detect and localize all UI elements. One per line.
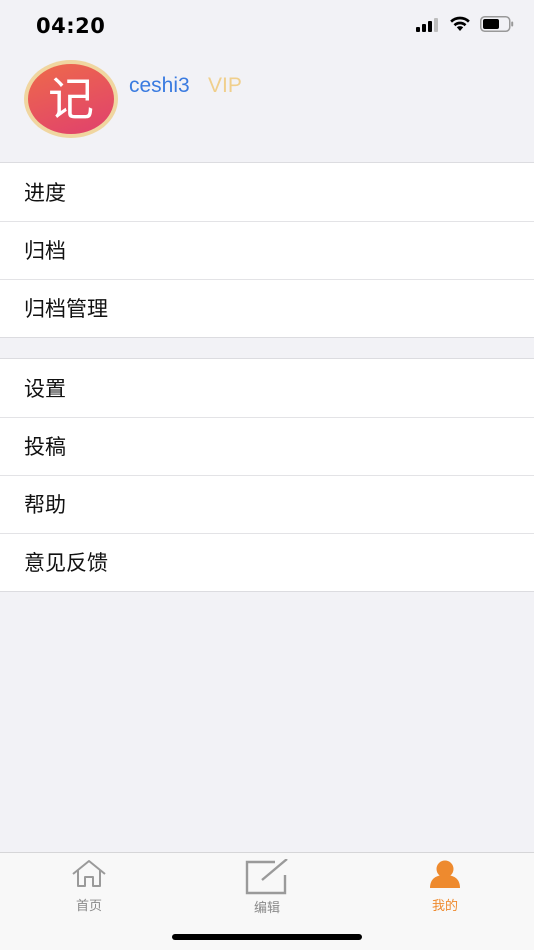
status-icons — [416, 16, 514, 36]
menu-item-submit[interactable]: 投稿 — [0, 417, 534, 475]
status-bar: 04:20 — [0, 0, 534, 52]
menu-item-archive[interactable]: 归档 — [0, 221, 534, 279]
home-indicator — [172, 934, 362, 940]
home-icon — [71, 859, 107, 893]
menu-group-2: 设置 投稿 帮助 意见反馈 — [0, 358, 534, 592]
tab-home-label: 首页 — [75, 899, 102, 914]
vip-badge: VIP — [208, 74, 242, 97]
menu-item-help[interactable]: 帮助 — [0, 475, 534, 533]
menu-item-settings[interactable]: 设置 — [0, 359, 534, 417]
avatar-char: 记 — [28, 64, 114, 134]
tab-mine-label: 我的 — [431, 899, 458, 914]
signal-icon — [416, 17, 440, 36]
menu-group-1: 进度 归档 归档管理 — [0, 162, 534, 338]
avatar[interactable]: 记 — [24, 60, 118, 138]
menu-item-archive-management[interactable]: 归档管理 — [0, 279, 534, 337]
tab-mine[interactable]: 我的 — [385, 859, 505, 914]
tab-edit[interactable]: 编辑 — [207, 858, 327, 916]
status-time: 04:20 — [36, 14, 106, 38]
wifi-icon — [449, 16, 471, 36]
edit-icon — [245, 858, 289, 899]
person-icon — [429, 859, 461, 893]
battery-icon — [480, 16, 514, 36]
screen: 04:20 记 ceshi3 VIP 进度 归档 归档管理 设置 投稿 帮助 意… — [0, 0, 534, 950]
username: ceshi3 — [129, 74, 190, 97]
tab-home[interactable]: 首页 — [29, 859, 149, 914]
menu-item-progress[interactable]: 进度 — [0, 163, 534, 221]
menu-item-feedback[interactable]: 意见反馈 — [0, 533, 534, 591]
profile-header[interactable]: 记 ceshi3 VIP — [0, 52, 534, 162]
tab-edit-label: 编辑 — [253, 901, 280, 916]
